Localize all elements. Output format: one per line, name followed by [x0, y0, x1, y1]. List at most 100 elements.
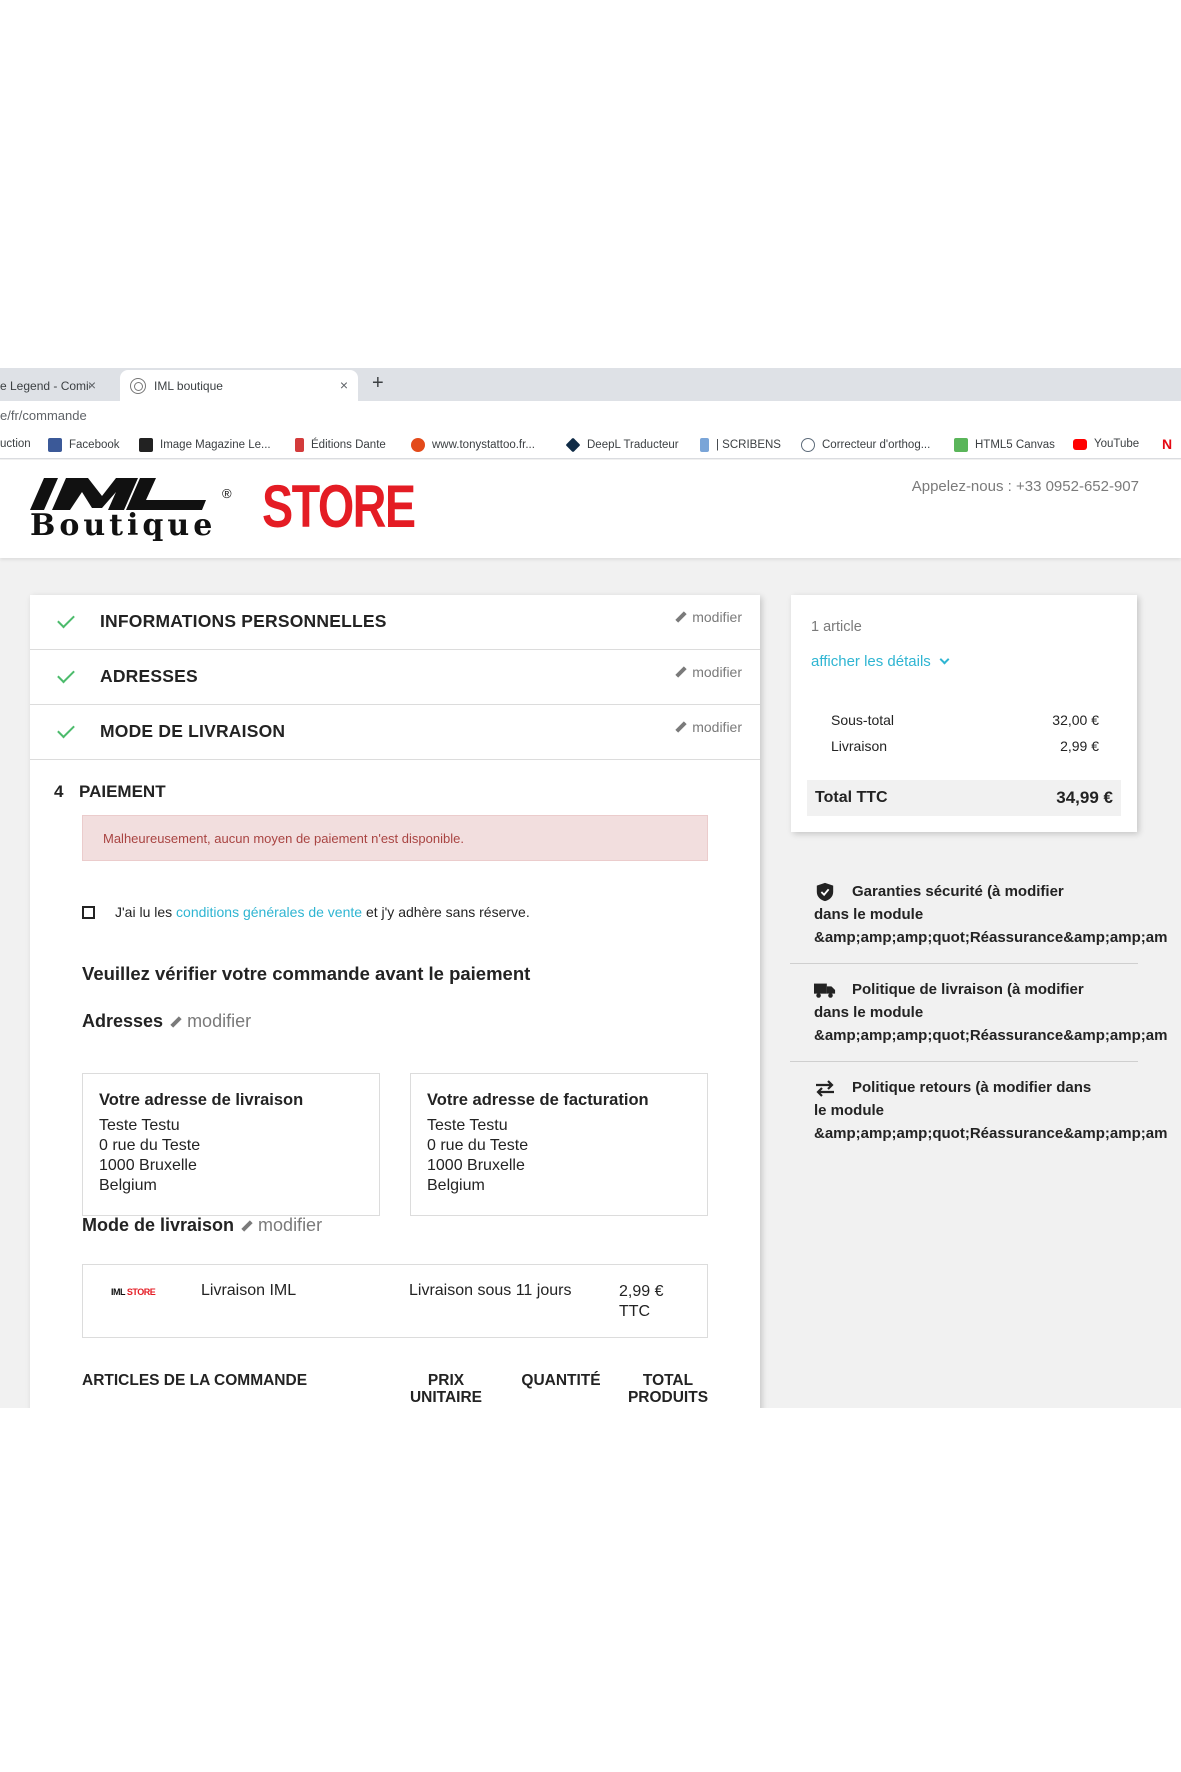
tab-strip: e Legend - Comic × IML boutique × + — [0, 368, 1181, 401]
edit-link[interactable]: modifier — [676, 609, 742, 625]
reassurance-text: &amp;amp;amp;quot;Réassurance&amp;amp;am — [814, 929, 1168, 946]
check-icon — [57, 720, 75, 739]
bookmark-label: DeepL Traducteur — [587, 439, 679, 451]
heading-label: Mode de livraison — [82, 1215, 235, 1235]
bookmark-item[interactable]: Correcteur d'orthog... — [801, 438, 930, 452]
price-value: 2,99 € — [619, 1283, 664, 1300]
tab-inactive[interactable]: e Legend - Comic × — [0, 370, 118, 401]
items-col-total: Total produits — [627, 1372, 709, 1406]
close-icon[interactable]: × — [340, 377, 348, 393]
subtotal-value: 32,00 € — [1052, 712, 1099, 728]
check-icon — [57, 610, 75, 629]
tab-active[interactable]: IML boutique × — [120, 370, 358, 401]
logo-boutique-text: Boutique — [30, 508, 217, 543]
edit-link[interactable]: modifier — [676, 719, 742, 735]
edit-label: modifier — [692, 609, 742, 625]
step-delivery-mode[interactable]: Mode de livraison modifier — [30, 705, 760, 760]
bookmark-item[interactable]: www.tonystattoo.fr... — [411, 438, 535, 452]
step-title: Paiement — [79, 782, 166, 801]
bookmark-label: www.tonystattoo.fr... — [432, 439, 535, 451]
reassurance-text: dans le module — [814, 906, 924, 923]
edit-link[interactable]: modifier — [242, 1215, 322, 1236]
edit-link[interactable]: modifier — [171, 1011, 251, 1032]
address-line: Teste Testu — [99, 1117, 180, 1134]
facebook-icon — [48, 438, 62, 452]
carrier-delay: Livraison sous 11 jours — [409, 1282, 572, 1299]
bookmark-item[interactable]: DeepL Traducteur — [565, 437, 679, 453]
scribens-icon — [700, 438, 709, 452]
heading-label: Adresses — [82, 1011, 164, 1031]
bookmark-label: uction — [0, 438, 31, 450]
divider — [790, 963, 1138, 964]
verify-title: Veuillez vérifier votre commande avant l… — [82, 963, 531, 984]
correcteur-icon — [801, 438, 815, 452]
terms-row: J'ai lu les conditions générales de vent… — [82, 904, 530, 920]
bookmark-item[interactable]: YouTube — [1073, 438, 1139, 450]
url-text: e/fr/commande — [0, 408, 87, 423]
reassurance-security: Garanties sécurité (à modifier dans le m… — [790, 880, 1181, 949]
reassurance-text: le module — [814, 1102, 885, 1119]
step-number: 4 — [54, 782, 64, 801]
checkout-steps: Informations personnelles modifier Adres… — [30, 595, 760, 1408]
pencil-icon — [242, 1221, 252, 1231]
logo-store-text: STORE — [262, 473, 416, 540]
article-count: 1 article — [811, 619, 862, 635]
bookmark-label: HTML5 Canvas — [975, 439, 1055, 451]
step-title: Mode de livraison — [100, 721, 286, 741]
details-label: afficher les détails — [811, 653, 931, 670]
new-tab-button[interactable]: + — [372, 372, 384, 395]
step-title: Informations personnelles — [100, 611, 387, 631]
billing-address-card: Votre adresse de facturation Teste Testu… — [410, 1073, 708, 1216]
shipping-row: Livraison 2,99 € — [831, 738, 1099, 754]
reassurance-text: Politique retours (à modifier dans — [852, 1079, 1092, 1096]
dante-icon — [295, 438, 304, 452]
address-line: 1000 Bruxelle — [427, 1157, 525, 1174]
bookmark-item[interactable]: Éditions Dante — [295, 438, 386, 452]
address-bar[interactable]: e/fr/commande — [0, 401, 1181, 431]
youtube-icon — [1073, 438, 1087, 450]
terms-checkbox[interactable] — [82, 905, 95, 919]
items-col-articles: Articles de la commande — [82, 1372, 308, 1389]
show-details-link[interactable]: afficher les détails — [811, 653, 950, 670]
bookmark-item[interactable]: Image Magazine Le... — [139, 438, 271, 452]
pencil-icon — [171, 1017, 181, 1027]
globe-icon — [130, 377, 146, 394]
bookmark-item[interactable]: uction — [0, 438, 31, 450]
store-logo[interactable]: ® Boutique STORE — [30, 473, 416, 544]
subtotal-label: Sous-total — [831, 712, 895, 728]
shipping-label: Livraison — [831, 738, 888, 754]
terms-link[interactable]: conditions générales de vente — [176, 904, 362, 920]
tab-title: IML boutique — [154, 378, 223, 393]
total-label: Total TTC — [815, 789, 888, 806]
chevron-down-icon — [939, 654, 950, 665]
reassurance-text: &amp;amp;amp;quot;Réassurance&amp;amp;am — [814, 1125, 1168, 1142]
step-title: Adresses — [100, 666, 198, 686]
shipping-heading: Mode de livraison modifier — [82, 1215, 322, 1236]
pencil-icon — [676, 667, 686, 677]
address-line: Belgium — [99, 1177, 157, 1194]
carrier-card: IML STORE Livraison IML Livraison sous 1… — [82, 1264, 708, 1338]
edit-link[interactable]: modifier — [676, 664, 742, 680]
bookmarks-bar: uction Facebook Image Magazine Le... Édi… — [0, 431, 1181, 459]
bookmark-label: Éditions Dante — [311, 439, 386, 451]
address-line: 0 rue du Teste — [427, 1137, 529, 1154]
netflix-icon[interactable]: N — [1162, 436, 1172, 452]
carrier-logo-text: IML — [111, 1287, 125, 1297]
registered-mark: ® — [222, 486, 232, 501]
reassurance-text: &amp;amp;amp;quot;Réassurance&amp;amp;am — [814, 1027, 1168, 1044]
carrier-logo-store: STORE — [126, 1287, 156, 1297]
step-personal-info[interactable]: Informations personnelles modifier — [30, 595, 760, 650]
terms-after: et j'y adhère sans réserve. — [362, 904, 530, 920]
carrier-price: 2,99 € TTC — [619, 1282, 663, 1322]
exchange-icon — [816, 1080, 834, 1097]
close-icon[interactable]: × — [88, 377, 96, 393]
bookmark-item[interactable]: HTML5 Canvas — [954, 438, 1055, 452]
bookmark-item[interactable]: Facebook — [48, 438, 120, 452]
divider — [790, 1061, 1138, 1062]
bookmark-item[interactable]: | SCRIBENS — [700, 438, 781, 452]
address-line: 0 rue du Teste — [99, 1137, 201, 1154]
edit-label: modifier — [692, 719, 742, 735]
iml-icon — [139, 438, 153, 452]
delivery-address-card: Votre adresse de livraison Teste Testu 0… — [82, 1073, 380, 1216]
step-addresses[interactable]: Adresses modifier — [30, 650, 760, 705]
